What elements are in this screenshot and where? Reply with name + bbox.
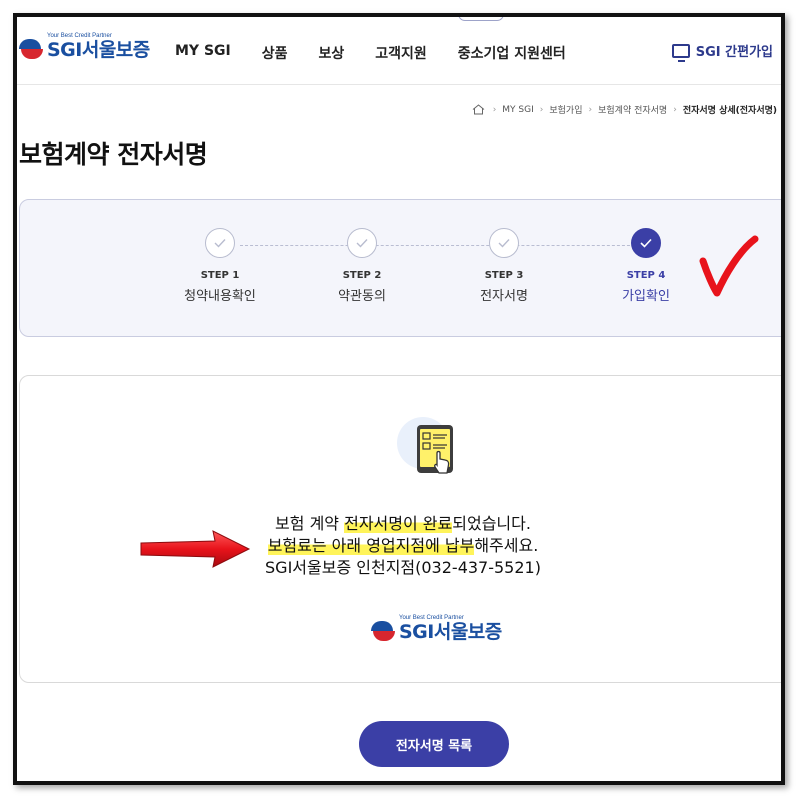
step-label: 청약내용확인 [184,289,256,304]
breadcrumb-separator: › [492,104,497,115]
breadcrumb-item-insurance-join[interactable]: 보험가입 [549,103,582,116]
browser-screenshot: Your Best Credit Partner SGI서울보증 MY SGI … [13,13,785,785]
step-progress: STEP 1 청약내용확인 STEP 2 약관동의 STEP 3 전자서명 ST… [19,199,781,337]
esign-list-button[interactable]: 전자서명 목록 [359,721,509,767]
nav-item-my-sgi[interactable]: MY SGI [175,43,231,63]
logo-name: SGI서울보증 [399,621,502,643]
message-text: 보험 계약 [275,514,345,533]
check-icon [489,228,519,258]
main-nav: MY SGI 상품 보상 고객지원 중소기업 지원센터 [175,43,597,63]
site-logo[interactable]: Your Best Credit Partner SGI서울보증 [19,33,150,61]
site-header: Your Best Credit Partner SGI서울보증 MY SGI … [17,17,781,85]
step-number: STEP 2 [342,270,382,281]
step-connector [240,245,640,246]
message-highlight: 보험료는 아래 영업지점에 납부 [267,536,475,555]
check-icon [205,228,235,258]
message-highlight: 전자서명이 완료 [344,514,453,533]
logo-name: SGI서울보증 [47,39,150,61]
sgi-logo-icon [19,37,43,61]
step-number: STEP 4 [626,270,666,281]
tablet-signature-icon [397,417,453,474]
step-number: STEP 1 [200,270,240,281]
completion-message: 보험 계약 전자서명이 완료되었습니다. 보험료는 아래 영업지점에 납부해주세… [17,513,781,579]
page-title: 보험계약 전자서명 [19,140,208,169]
check-icon [631,228,661,258]
nav-item-compensation[interactable]: 보상 [319,43,345,63]
step-4: STEP 4 가입확인 [586,228,706,304]
check-icon [347,228,377,258]
message-line-2: 보험료는 아래 영업지점에 납부해주세요. [17,535,781,557]
quick-join-link[interactable]: SGI 간편가입 [671,41,773,62]
card-logo: Your Best Credit Partner SGI서울보증 [371,615,502,643]
red-checkmark-annotation-icon [699,235,759,297]
message-line-1: 보험 계약 전자서명이 완료되었습니다. [17,513,781,535]
breadcrumb: › MY SGI › 보험가입 › 보험계약 전자서명 › 전자서명 상세(전자… [472,103,777,116]
nav-item-products[interactable]: 상품 [262,43,288,63]
breadcrumb-separator: › [673,104,677,115]
quick-join-label: SGI 간편가입 [695,45,773,60]
step-2: STEP 2 약관동의 [302,228,422,304]
message-text: 해주세요. [474,536,539,555]
breadcrumb-separator: › [539,104,544,115]
step-label: 가입확인 [622,289,670,304]
step-label: 약관동의 [338,289,386,304]
computer-icon [671,43,690,62]
breadcrumb-item-my-sgi[interactable]: MY SGI [502,105,533,115]
step-3: STEP 3 전자서명 [444,228,564,304]
home-icon[interactable] [472,104,485,115]
sgi-logo-icon [371,619,395,643]
breadcrumb-item-esign[interactable]: 보험계약 전자서명 [598,103,667,116]
breadcrumb-separator: › [588,104,593,115]
header-top-tab [458,17,504,21]
nav-item-sme-center[interactable]: 중소기업 지원센터 [458,43,566,63]
step-1: STEP 1 청약내용확인 [160,228,280,304]
message-text: 되었습니다. [452,514,531,533]
nav-item-support[interactable]: 고객지원 [375,43,427,63]
step-label: 전자서명 [480,289,528,304]
step-number: STEP 3 [484,270,524,281]
breadcrumb-current: 전자서명 상세(전자서명) [682,106,777,116]
message-line-3: SGI서울보증 인천지점(032-437-5521) [265,558,541,577]
